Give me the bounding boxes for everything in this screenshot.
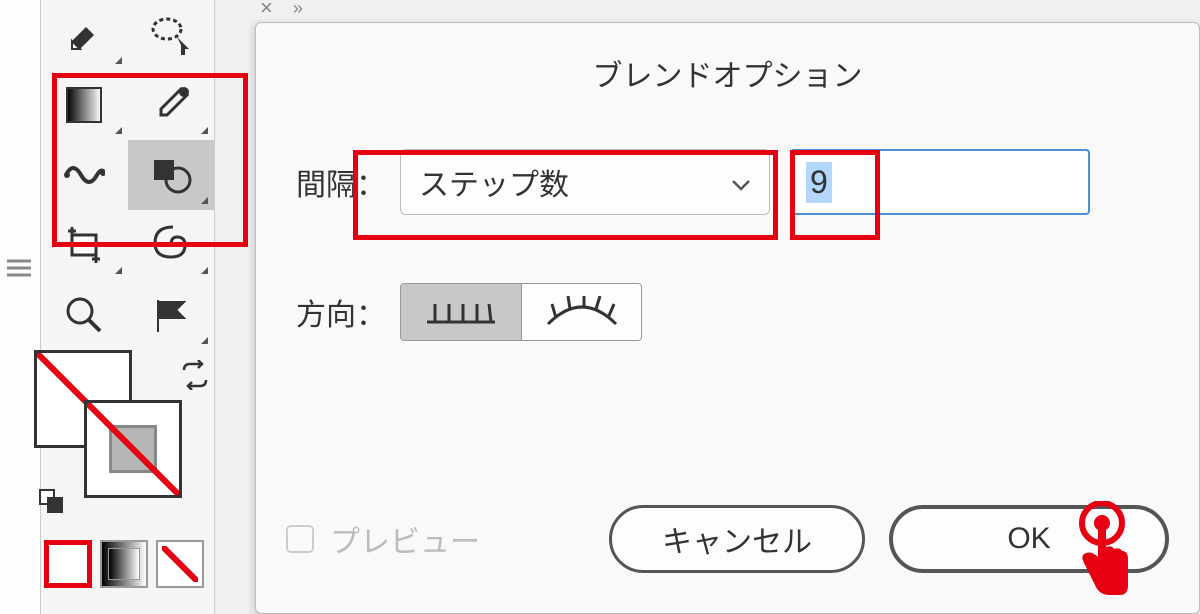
spacing-dropdown-value: ステップ数	[419, 160, 569, 204]
blend-options-dialog: ブレンドオプション 間隔： ステップ数 9 方向： プレビュー	[255, 22, 1200, 614]
color-mode-gradient[interactable]	[100, 540, 148, 588]
eyedropper-tool[interactable]	[128, 70, 215, 140]
stroke-swatch[interactable]	[84, 400, 182, 498]
spiral-tool[interactable]	[128, 210, 215, 280]
tab-close-icon[interactable]: ×	[260, 0, 273, 21]
ok-button[interactable]: OK	[889, 505, 1169, 573]
cancel-button[interactable]: キャンセル	[609, 505, 865, 573]
preview-checkbox[interactable]	[286, 525, 314, 553]
spacing-value-input[interactable]: 9	[790, 149, 1090, 215]
default-fill-stroke-icon[interactable]	[38, 488, 64, 519]
gradient-tool[interactable]	[41, 70, 128, 140]
flag-tool[interactable]	[128, 280, 215, 350]
chevron-down-icon	[731, 165, 751, 199]
tab-overflow-icon[interactable]: »	[293, 0, 303, 19]
color-mode-none[interactable]	[156, 540, 204, 588]
lasso-select-tool[interactable]	[128, 0, 215, 70]
spacing-dropdown[interactable]: ステップ数	[400, 149, 770, 215]
document-tab-bar: × »	[260, 0, 303, 21]
blend-tool[interactable]	[41, 140, 128, 210]
dialog-title: ブレンドオプション	[256, 23, 1199, 135]
spacing-value-text: 9	[806, 162, 832, 203]
eraser-tool[interactable]	[41, 0, 128, 70]
swap-fill-stroke-icon[interactable]	[180, 360, 210, 395]
artboard-tool[interactable]	[41, 210, 128, 280]
direction-label: 方向：	[286, 290, 386, 334]
shape-builder-tool[interactable]	[128, 140, 215, 210]
preview-checkbox-group[interactable]: プレビュー	[286, 517, 480, 561]
spacing-label: 間隔：	[286, 160, 386, 204]
zoom-tool[interactable]	[41, 280, 128, 350]
preview-label: プレビュー	[330, 517, 480, 561]
direction-toggle-group	[400, 283, 642, 341]
direction-align-to-page[interactable]	[401, 284, 521, 340]
color-mode-swatches	[44, 540, 204, 588]
app-left-strip	[0, 0, 40, 614]
tools-panel	[40, 0, 215, 614]
direction-align-to-path[interactable]	[521, 284, 641, 340]
panel-menu-icon[interactable]	[5, 258, 33, 283]
color-mode-solid[interactable]	[44, 540, 92, 588]
